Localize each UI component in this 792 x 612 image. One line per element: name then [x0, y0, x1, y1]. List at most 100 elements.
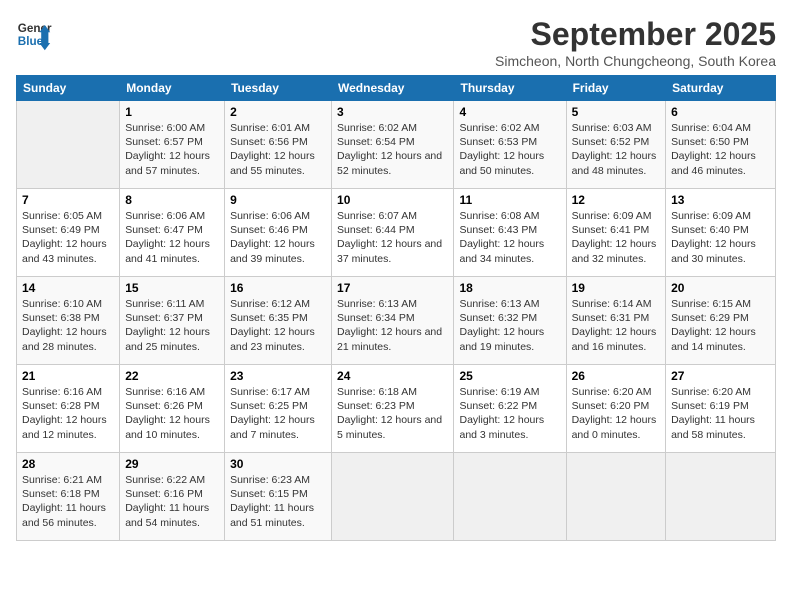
day-info: Sunrise: 6:02 AM Sunset: 6:53 PM Dayligh…: [459, 121, 560, 178]
calendar-cell: [566, 453, 665, 541]
day-number: 9: [230, 193, 326, 207]
logo: General Blue: [16, 16, 52, 52]
header-monday: Monday: [120, 76, 225, 101]
day-info: Sunrise: 6:23 AM Sunset: 6:15 PM Dayligh…: [230, 473, 326, 530]
calendar-body: 1Sunrise: 6:00 AM Sunset: 6:57 PM Daylig…: [17, 101, 776, 541]
calendar-cell: 5 Sunrise: 6:03 AM Sunset: 6:52 PM Daylig…: [566, 101, 665, 189]
calendar-cell: 20 Sunrise: 6:15 AM Sunset: 6:29 PM Dayli…: [666, 277, 776, 365]
day-number: 14: [22, 281, 114, 295]
calendar-cell: 17 Sunrise: 6:13 AM Sunset: 6:34 PM Dayli…: [332, 277, 454, 365]
day-info: Sunrise: 6:12 AM Sunset: 6:35 PM Dayligh…: [230, 297, 326, 354]
calendar-cell: [332, 453, 454, 541]
calendar-cell: 8 Sunrise: 6:06 AM Sunset: 6:47 PM Daylig…: [120, 189, 225, 277]
calendar-cell: 14 Sunrise: 6:10 AM Sunset: 6:38 PM Dayli…: [17, 277, 120, 365]
day-info: Sunrise: 6:06 AM Sunset: 6:46 PM Dayligh…: [230, 209, 326, 266]
day-number: 30: [230, 457, 326, 471]
month-title: September 2025: [495, 16, 776, 53]
calendar-cell: 12 Sunrise: 6:09 AM Sunset: 6:41 PM Dayli…: [566, 189, 665, 277]
day-info: Sunrise: 6:00 AM Sunset: 6:57 PM Dayligh…: [125, 121, 219, 178]
day-number: 20: [671, 281, 770, 295]
day-info: Sunrise: 6:11 AM Sunset: 6:37 PM Dayligh…: [125, 297, 219, 354]
calendar-cell: 22 Sunrise: 6:16 AM Sunset: 6:26 PM Dayli…: [120, 365, 225, 453]
day-number: 11: [459, 193, 560, 207]
day-number: 26: [572, 369, 660, 383]
day-number: 5: [572, 105, 660, 119]
day-number: 3: [337, 105, 448, 119]
calendar-cell: 21 Sunrise: 6:16 AM Sunset: 6:28 PM Dayli…: [17, 365, 120, 453]
day-info: Sunrise: 6:02 AM Sunset: 6:54 PM Dayligh…: [337, 121, 448, 178]
calendar-cell: 29Sunrise: 6:22 AM Sunset: 6:16 PM Dayli…: [120, 453, 225, 541]
calendar-cell: 4 Sunrise: 6:02 AM Sunset: 6:53 PM Daylig…: [454, 101, 566, 189]
title-area: September 2025 Simcheon, North Chungcheo…: [495, 16, 776, 69]
logo-icon: General Blue: [16, 16, 52, 52]
calendar-cell: 30 Sunrise: 6:23 AM Sunset: 6:15 PM Dayli…: [225, 453, 332, 541]
calendar-week-2: 7 Sunrise: 6:05 AM Sunset: 6:49 PM Daylig…: [17, 189, 776, 277]
day-info: Sunrise: 6:16 AM Sunset: 6:26 PM Dayligh…: [125, 385, 219, 442]
day-number: 17: [337, 281, 448, 295]
day-number: 2: [230, 105, 326, 119]
day-info: Sunrise: 6:05 AM Sunset: 6:49 PM Dayligh…: [22, 209, 114, 266]
day-number: 25: [459, 369, 560, 383]
calendar-cell: [454, 453, 566, 541]
calendar-week-5: 28 Sunrise: 6:21 AM Sunset: 6:18 PM Dayli…: [17, 453, 776, 541]
day-info: Sunrise: 6:06 AM Sunset: 6:47 PM Dayligh…: [125, 209, 219, 266]
calendar-cell: [666, 453, 776, 541]
calendar-table: SundayMondayTuesdayWednesdayThursdayFrid…: [16, 75, 776, 541]
header-sunday: Sunday: [17, 76, 120, 101]
day-number: 27: [671, 369, 770, 383]
day-number: 12: [572, 193, 660, 207]
day-number: 13: [671, 193, 770, 207]
calendar-cell: 18 Sunrise: 6:13 AM Sunset: 6:32 PM Dayli…: [454, 277, 566, 365]
header-saturday: Saturday: [666, 76, 776, 101]
day-info: Sunrise: 6:10 AM Sunset: 6:38 PM Dayligh…: [22, 297, 114, 354]
day-info: Sunrise: 6:03 AM Sunset: 6:52 PM Dayligh…: [572, 121, 660, 178]
day-number: 15: [125, 281, 219, 295]
day-number: 28: [22, 457, 114, 471]
day-info: Sunrise: 6:09 AM Sunset: 6:40 PM Dayligh…: [671, 209, 770, 266]
day-number: 16: [230, 281, 326, 295]
subtitle: Simcheon, North Chungcheong, South Korea: [495, 53, 776, 69]
day-info: Sunrise: 6:13 AM Sunset: 6:32 PM Dayligh…: [459, 297, 560, 354]
day-number: 21: [22, 369, 114, 383]
day-info: Sunrise: 6:01 AM Sunset: 6:56 PM Dayligh…: [230, 121, 326, 178]
calendar-cell: 11Sunrise: 6:08 AM Sunset: 6:43 PM Dayli…: [454, 189, 566, 277]
day-info: Sunrise: 6:13 AM Sunset: 6:34 PM Dayligh…: [337, 297, 448, 354]
calendar-cell: 16 Sunrise: 6:12 AM Sunset: 6:35 PM Dayli…: [225, 277, 332, 365]
day-info: Sunrise: 6:04 AM Sunset: 6:50 PM Dayligh…: [671, 121, 770, 178]
day-info: Sunrise: 6:19 AM Sunset: 6:22 PM Dayligh…: [459, 385, 560, 442]
day-number: 4: [459, 105, 560, 119]
day-number: 6: [671, 105, 770, 119]
calendar-cell: 26Sunrise: 6:20 AM Sunset: 6:20 PM Dayli…: [566, 365, 665, 453]
calendar-cell: 9 Sunrise: 6:06 AM Sunset: 6:46 PM Daylig…: [225, 189, 332, 277]
calendar-cell: 1Sunrise: 6:00 AM Sunset: 6:57 PM Daylig…: [120, 101, 225, 189]
calendar-week-4: 21 Sunrise: 6:16 AM Sunset: 6:28 PM Dayli…: [17, 365, 776, 453]
day-number: 22: [125, 369, 219, 383]
calendar-week-1: 1Sunrise: 6:00 AM Sunset: 6:57 PM Daylig…: [17, 101, 776, 189]
day-number: 18: [459, 281, 560, 295]
day-info: Sunrise: 6:14 AM Sunset: 6:31 PM Dayligh…: [572, 297, 660, 354]
day-number: 19: [572, 281, 660, 295]
day-info: Sunrise: 6:16 AM Sunset: 6:28 PM Dayligh…: [22, 385, 114, 442]
day-info: Sunrise: 6:15 AM Sunset: 6:29 PM Dayligh…: [671, 297, 770, 354]
calendar-cell: 2 Sunrise: 6:01 AM Sunset: 6:56 PM Daylig…: [225, 101, 332, 189]
calendar-cell: 19 Sunrise: 6:14 AM Sunset: 6:31 PM Dayli…: [566, 277, 665, 365]
header-friday: Friday: [566, 76, 665, 101]
day-info: Sunrise: 6:21 AM Sunset: 6:18 PM Dayligh…: [22, 473, 114, 530]
day-info: Sunrise: 6:17 AM Sunset: 6:25 PM Dayligh…: [230, 385, 326, 442]
svg-text:Blue: Blue: [18, 35, 44, 48]
calendar-cell: 3 Sunrise: 6:02 AM Sunset: 6:54 PM Daylig…: [332, 101, 454, 189]
calendar-cell: 6 Sunrise: 6:04 AM Sunset: 6:50 PM Daylig…: [666, 101, 776, 189]
day-number: 10: [337, 193, 448, 207]
calendar-cell: 27Sunrise: 6:20 AM Sunset: 6:19 PM Dayli…: [666, 365, 776, 453]
day-number: 8: [125, 193, 219, 207]
day-info: Sunrise: 6:09 AM Sunset: 6:41 PM Dayligh…: [572, 209, 660, 266]
calendar-cell: 7 Sunrise: 6:05 AM Sunset: 6:49 PM Daylig…: [17, 189, 120, 277]
calendar-cell: 13 Sunrise: 6:09 AM Sunset: 6:40 PM Dayli…: [666, 189, 776, 277]
calendar-cell: 24 Sunrise: 6:18 AM Sunset: 6:23 PM Dayli…: [332, 365, 454, 453]
day-info: Sunrise: 6:18 AM Sunset: 6:23 PM Dayligh…: [337, 385, 448, 442]
calendar-header-row: SundayMondayTuesdayWednesdayThursdayFrid…: [17, 76, 776, 101]
calendar-cell: 10Sunrise: 6:07 AM Sunset: 6:44 PM Dayli…: [332, 189, 454, 277]
day-number: 24: [337, 369, 448, 383]
header-thursday: Thursday: [454, 76, 566, 101]
day-number: 7: [22, 193, 114, 207]
